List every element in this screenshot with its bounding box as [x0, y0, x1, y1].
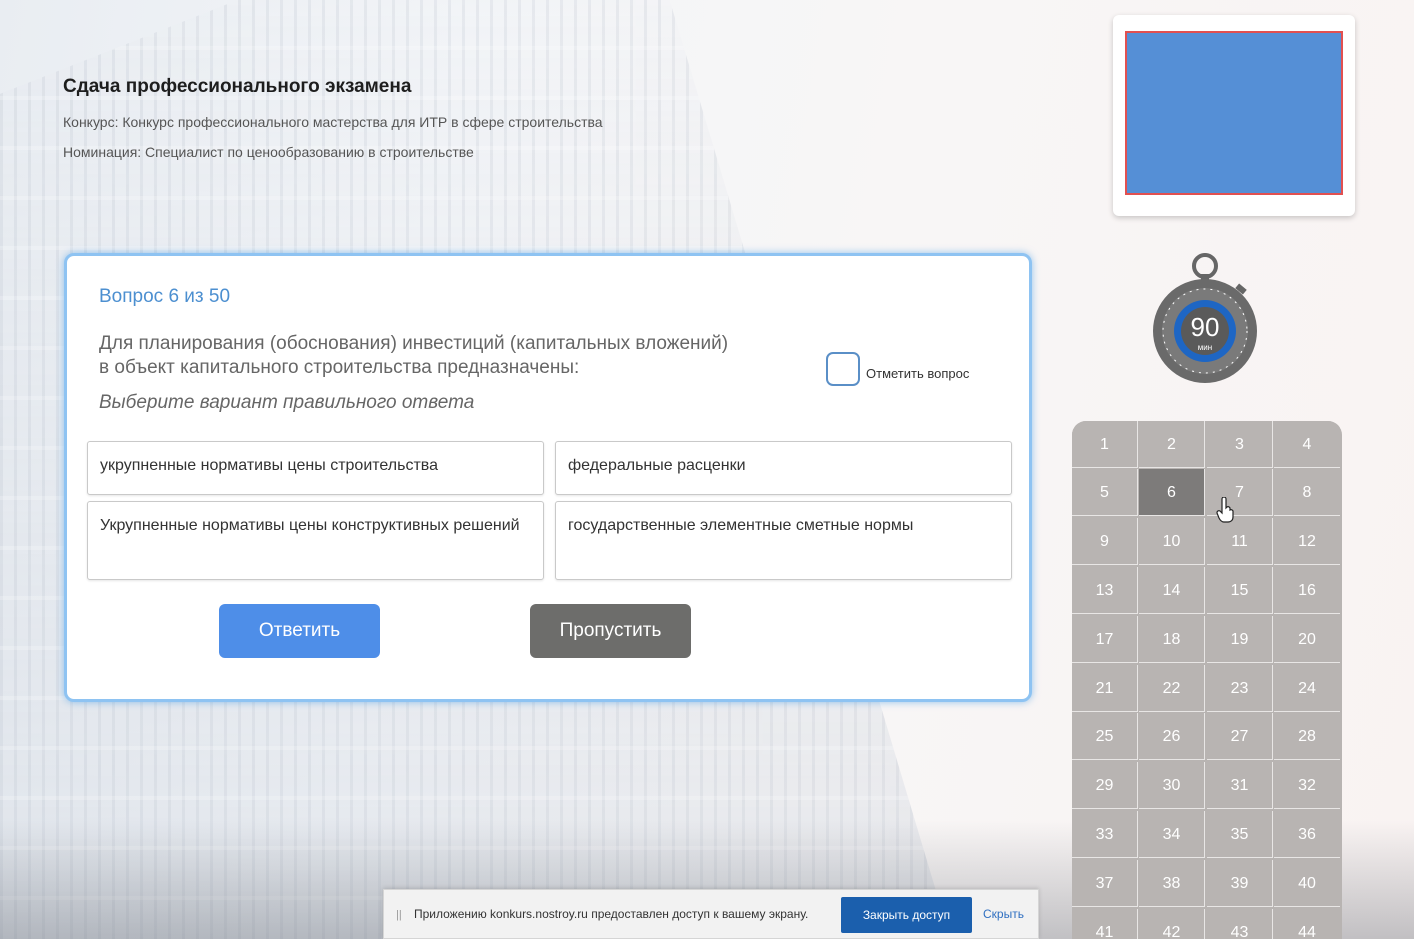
webcam-video	[1125, 31, 1343, 195]
mark-question-checkbox[interactable]	[826, 352, 860, 386]
question-nav-cell-19[interactable]: 19	[1207, 616, 1273, 663]
question-nav-cell-2[interactable]: 2	[1139, 421, 1205, 468]
question-nav-cell-8[interactable]: 8	[1274, 469, 1340, 516]
question-nav-cell-27[interactable]: 27	[1207, 713, 1273, 760]
question-nav-cell-34[interactable]: 34	[1139, 811, 1205, 858]
contest-line: Конкурс: Конкурс профессионального масте…	[63, 114, 603, 130]
question-nav-cell-15[interactable]: 15	[1207, 567, 1273, 614]
question-nav-cell-9[interactable]: 9	[1072, 518, 1138, 565]
question-nav-cell-12[interactable]: 12	[1274, 518, 1340, 565]
question-nav-cell-29[interactable]: 29	[1072, 762, 1138, 809]
share-message: Приложению konkurs.nostroy.ru предоставл…	[414, 907, 809, 921]
question-nav-cell-5[interactable]: 5	[1072, 469, 1138, 516]
question-nav-cell-17[interactable]: 17	[1072, 616, 1138, 663]
question-nav-cell-41[interactable]: 41	[1072, 909, 1138, 939]
question-hint: Выберите вариант правильного ответа	[99, 392, 475, 413]
question-nav-cell-39[interactable]: 39	[1207, 860, 1273, 907]
answer-button[interactable]: Ответить	[219, 604, 380, 658]
timer-value: 90	[1190, 312, 1220, 342]
hide-share-bar-link[interactable]: Скрыть	[983, 907, 1024, 921]
page-header: Сдача профессионального экзамена Конкурс…	[63, 76, 603, 174]
question-nav-cell-22[interactable]: 22	[1139, 665, 1205, 712]
question-nav-cell-13[interactable]: 13	[1072, 567, 1138, 614]
mark-question-label[interactable]: Отметить вопрос	[866, 366, 969, 381]
question-nav-cell-6[interactable]: 6	[1139, 469, 1205, 516]
drag-handle-icon[interactable]: ||	[396, 909, 402, 921]
hand-cursor-icon	[1216, 497, 1234, 523]
question-nav-cell-20[interactable]: 20	[1274, 616, 1340, 663]
question-nav-cell-44[interactable]: 44	[1274, 909, 1340, 939]
question-nav-cell-14[interactable]: 14	[1139, 567, 1205, 614]
nomination-line: Номинация: Специалист по ценообразованию…	[63, 144, 474, 160]
question-nav-cell-35[interactable]: 35	[1207, 811, 1273, 858]
page-title: Сдача профессионального экзамена	[63, 76, 412, 97]
question-nav-cell-40[interactable]: 40	[1274, 860, 1340, 907]
question-nav-cell-43[interactable]: 43	[1207, 909, 1273, 939]
question-nav-cell-25[interactable]: 25	[1072, 713, 1138, 760]
question-nav-cell-30[interactable]: 30	[1139, 762, 1205, 809]
question-nav-cell-31[interactable]: 31	[1207, 762, 1273, 809]
question-nav-cell-28[interactable]: 28	[1274, 713, 1340, 760]
timer-unit: мин	[1197, 343, 1213, 352]
question-nav-cell-1[interactable]: 1	[1072, 421, 1138, 468]
webcam-preview	[1113, 15, 1355, 216]
question-nav-cell-3[interactable]: 3	[1207, 421, 1273, 468]
question-nav-cell-23[interactable]: 23	[1207, 665, 1273, 712]
exam-timer: 90 мин	[1150, 252, 1260, 384]
question-nav-cell-16[interactable]: 16	[1274, 567, 1340, 614]
question-nav-cell-32[interactable]: 32	[1274, 762, 1340, 809]
answer-option-1[interactable]: укрупненные нормативы цены строительства	[87, 441, 544, 495]
question-nav-cell-4[interactable]: 4	[1274, 421, 1340, 468]
question-nav-cell-26[interactable]: 26	[1139, 713, 1205, 760]
question-nav-cell-21[interactable]: 21	[1072, 665, 1138, 712]
question-nav-cell-37[interactable]: 37	[1072, 860, 1138, 907]
question-navigator: 1 2 3 4 5 6 7 8 9 10 11 12 13 14 15 16 17 18 19 20 21 22 23 24 2…	[1072, 421, 1342, 939]
question-text: Для планирования (обоснования) инвестици…	[99, 333, 729, 378]
question-nav-cell-33[interactable]: 33	[1072, 811, 1138, 858]
skip-button[interactable]: Пропустить	[530, 604, 691, 658]
answer-option-3[interactable]: Укрупненные нормативы цены конструктивны…	[87, 501, 544, 580]
answer-option-2[interactable]: федеральные расценки	[555, 441, 1012, 495]
question-nav-cell-38[interactable]: 38	[1139, 860, 1205, 907]
question-nav-cell-10[interactable]: 10	[1139, 518, 1205, 565]
question-nav-cell-18[interactable]: 18	[1139, 616, 1205, 663]
question-card: Вопрос 6 из 50 Для планирования (обоснов…	[64, 253, 1032, 702]
question-nav-cell-42[interactable]: 42	[1139, 909, 1205, 939]
question-nav-cell-24[interactable]: 24	[1274, 665, 1340, 712]
question-nav-cell-36[interactable]: 36	[1274, 811, 1340, 858]
stop-sharing-button[interactable]: Закрыть доступ	[841, 897, 972, 933]
screen-share-bar: || Приложению konkurs.nostroy.ru предост…	[383, 889, 1039, 939]
answer-option-4[interactable]: государственные элементные сметные нормы	[555, 501, 1012, 580]
question-nav-cell-11[interactable]: 11	[1207, 518, 1273, 565]
question-counter: Вопрос 6 из 50	[99, 286, 231, 307]
